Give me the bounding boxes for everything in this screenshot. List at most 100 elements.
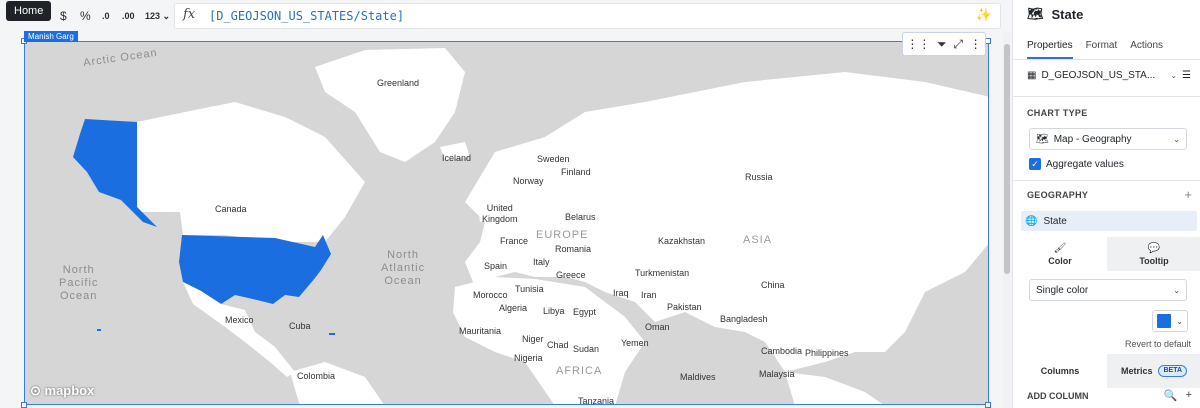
geography-label: GEOGRAPHY xyxy=(1027,190,1089,200)
properties-panel: 🗺 State Properties Format Actions ▦ D_GE… xyxy=(1012,0,1200,408)
section-divider xyxy=(1013,180,1200,181)
hawaii-shape xyxy=(97,329,101,331)
tab-properties[interactable]: Properties xyxy=(1027,40,1073,59)
label-asia: ASIA xyxy=(743,234,773,246)
add-column-icon[interactable]: + xyxy=(1186,389,1192,402)
label-morocco: Morocco xyxy=(473,290,508,300)
add-column-actions: 🔍 + xyxy=(1164,389,1192,402)
more-options-icon[interactable]: ⋮ xyxy=(970,37,982,51)
tab-actions[interactable]: Actions xyxy=(1130,40,1163,59)
section-divider xyxy=(1013,96,1200,97)
label-algeria: Algeria xyxy=(499,303,528,313)
color-mode-dropdown[interactable]: Single color ⌄ xyxy=(1029,279,1187,301)
greenland-land xyxy=(315,48,465,162)
panel-header: 🗺 State xyxy=(1027,6,1083,22)
label-greece: Greece xyxy=(556,270,586,280)
magic-wand-icon[interactable]: ✨ xyxy=(976,7,992,23)
label-pakistan: Pakistan xyxy=(667,302,702,312)
color-picker[interactable]: ⌄ xyxy=(1152,310,1188,332)
formula-bar[interactable]: fx [D_GEOJSON_US_STATES/State] ✨ xyxy=(174,3,1001,29)
chart-type-dropdown[interactable]: 🗺 Map - Geography ⌄ xyxy=(1029,128,1187,150)
chevron-down-icon[interactable]: ⌄ xyxy=(1170,71,1177,80)
scrollbar-thumb[interactable] xyxy=(1004,44,1010,274)
resize-handle-bottom-right[interactable] xyxy=(985,402,991,408)
label-kazakhstan: Kazakhstan xyxy=(658,236,706,246)
add-geography-icon[interactable]: + xyxy=(1184,187,1192,202)
color-swatch xyxy=(1157,314,1171,328)
data-source-name: D_GEOJSON_US_STA... xyxy=(1041,70,1156,81)
label-iraq: Iraq xyxy=(613,288,629,298)
map-chart-icon: 🗺 xyxy=(1036,133,1049,145)
color-tooltip-tabs: 🖌 Color 💬 Tooltip xyxy=(1013,237,1200,271)
formula-text[interactable]: [D_GEOJSON_US_STATES/State] xyxy=(209,9,404,23)
revert-to-default-link[interactable]: Revert to default xyxy=(1125,339,1191,349)
increase-decimal-button[interactable]: .00 xyxy=(122,7,135,25)
chevron-down-icon: ⌄ xyxy=(1173,134,1180,144)
label-maldives: Maldives xyxy=(680,372,716,382)
tab-columns[interactable]: Columns xyxy=(1013,354,1107,388)
search-icon[interactable]: 🔍 xyxy=(1164,389,1178,402)
fx-icon: fx xyxy=(183,7,196,22)
tabs-divider xyxy=(1013,59,1200,60)
expand-icon[interactable]: ⤢ xyxy=(953,37,963,52)
label-tanzania: Tanzania xyxy=(578,396,615,405)
label-chad: Chad xyxy=(547,340,569,350)
label-iran: Iran xyxy=(641,290,657,300)
aggregate-checkbox[interactable]: ✓ xyxy=(1029,158,1041,170)
tab-metrics[interactable]: Metrics BETA xyxy=(1107,354,1200,388)
label-nigeria: Nigeria xyxy=(514,353,543,363)
left-gutter xyxy=(0,32,22,408)
label-cuba: Cuba xyxy=(289,321,311,331)
label-france: France xyxy=(500,236,529,246)
label-cambodia: Cambodia xyxy=(761,346,803,356)
map-chart-icon: 🗺 xyxy=(1027,6,1044,21)
label-libya: Libya xyxy=(543,306,565,316)
beta-badge: BETA xyxy=(1158,365,1188,377)
number-format-dropdown[interactable]: 123 ⌄ xyxy=(145,7,170,25)
label-mexico: Mexico xyxy=(225,315,254,325)
chart-type-value: Map - Geography xyxy=(1053,133,1132,145)
label-china: China xyxy=(761,280,785,290)
label-iceland: Iceland xyxy=(442,153,472,163)
add-column-label: ADD COLUMN xyxy=(1027,391,1089,401)
label-turkmenistan: Turkmenistan xyxy=(635,268,690,278)
tab-color-label: Color xyxy=(1048,255,1072,266)
label-finland: Finland xyxy=(561,167,591,177)
drag-handle-icon[interactable]: ⋮⋮ xyxy=(906,37,930,51)
label-norway: Norway xyxy=(513,176,544,186)
table-icon: ▦ xyxy=(1027,70,1037,81)
label-sweden: Sweden xyxy=(537,154,570,164)
label-italy: Italy xyxy=(533,257,550,267)
currency-format-button[interactable]: $ xyxy=(60,7,67,25)
tab-tooltip-label: Tooltip xyxy=(1139,255,1169,266)
tab-columns-label: Columns xyxy=(1040,366,1080,376)
percent-format-button[interactable]: % xyxy=(80,7,91,25)
geography-item-state[interactable]: 🌐 State xyxy=(1021,211,1197,231)
label-philippines: Philippines xyxy=(805,348,849,358)
label-north-atlantic-ocean: North Atlantic Ocean xyxy=(381,249,426,287)
sea-islands-land xyxy=(785,372,883,404)
label-sudan: Sudan xyxy=(573,344,600,354)
globe-icon: 🌐 xyxy=(1025,215,1038,227)
aggregate-values-row[interactable]: ✓ Aggregate values xyxy=(1029,158,1124,170)
label-bangladesh: Bangladesh xyxy=(720,314,768,324)
canada-land xyxy=(137,102,365,242)
tab-color[interactable]: 🖌 Color xyxy=(1013,237,1107,271)
label-niger: Niger xyxy=(522,334,544,344)
data-source-selector[interactable]: ▦ D_GEOJSON_US_STA... ⌄ ☰ xyxy=(1027,70,1191,81)
decrease-decimal-button[interactable]: .0 xyxy=(102,7,110,25)
label-russia: Russia xyxy=(745,172,773,182)
map-canvas[interactable]: Arctic Ocean Greenland Iceland Sweden Fi… xyxy=(24,41,989,405)
list-icon[interactable]: ☰ xyxy=(1182,70,1191,81)
tab-tooltip[interactable]: 💬 Tooltip xyxy=(1107,237,1200,271)
panel-tabs: Properties Format Actions xyxy=(1027,40,1163,59)
mapbox-wordmark: mapbox xyxy=(44,383,95,398)
label-united-kingdom: United Kingdom xyxy=(482,203,518,224)
resize-handle-bottom-left[interactable] xyxy=(21,402,27,408)
tab-format[interactable]: Format xyxy=(1086,40,1118,59)
aggregate-label: Aggregate values xyxy=(1046,158,1124,170)
label-europe: EUROPE xyxy=(536,229,589,241)
filter-icon[interactable]: ⏷ xyxy=(937,37,947,52)
home-tooltip: Home xyxy=(6,1,52,21)
tooltip-icon: 💬 xyxy=(1147,242,1161,254)
